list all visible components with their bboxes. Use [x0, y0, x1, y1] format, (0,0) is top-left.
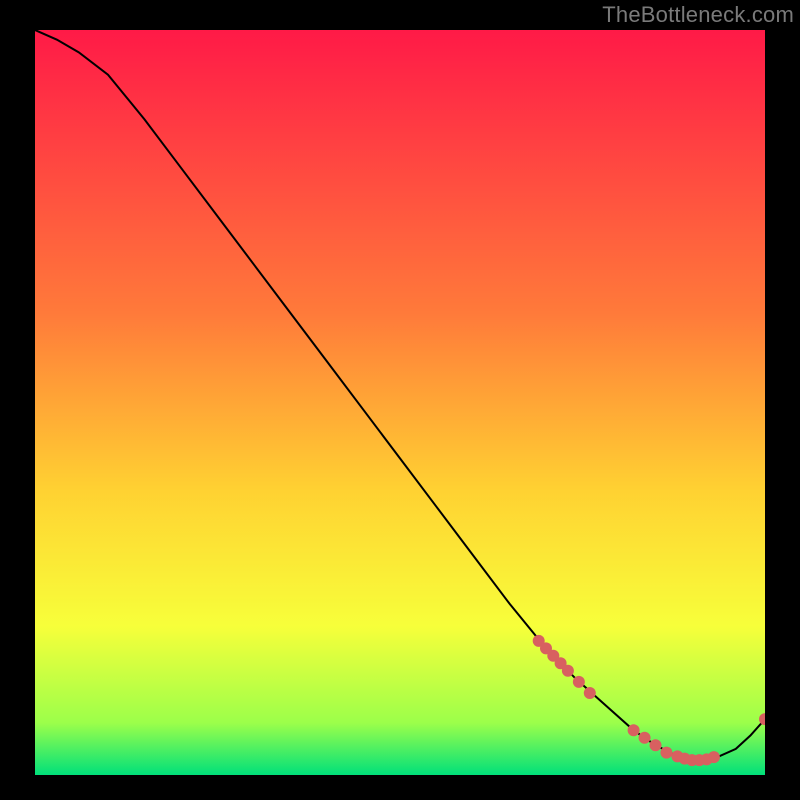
data-dot [628, 724, 640, 736]
data-dot [562, 665, 574, 677]
data-dot [639, 732, 651, 744]
attribution-text: TheBottleneck.com [602, 2, 794, 28]
chart-svg [35, 30, 765, 775]
data-dot [584, 687, 596, 699]
gradient-background [35, 30, 765, 775]
data-dot [650, 739, 662, 751]
data-dot [660, 747, 672, 759]
data-dot [573, 676, 585, 688]
chart-frame: TheBottleneck.com [0, 0, 800, 800]
plot-area [35, 30, 765, 775]
data-dot [708, 751, 720, 763]
